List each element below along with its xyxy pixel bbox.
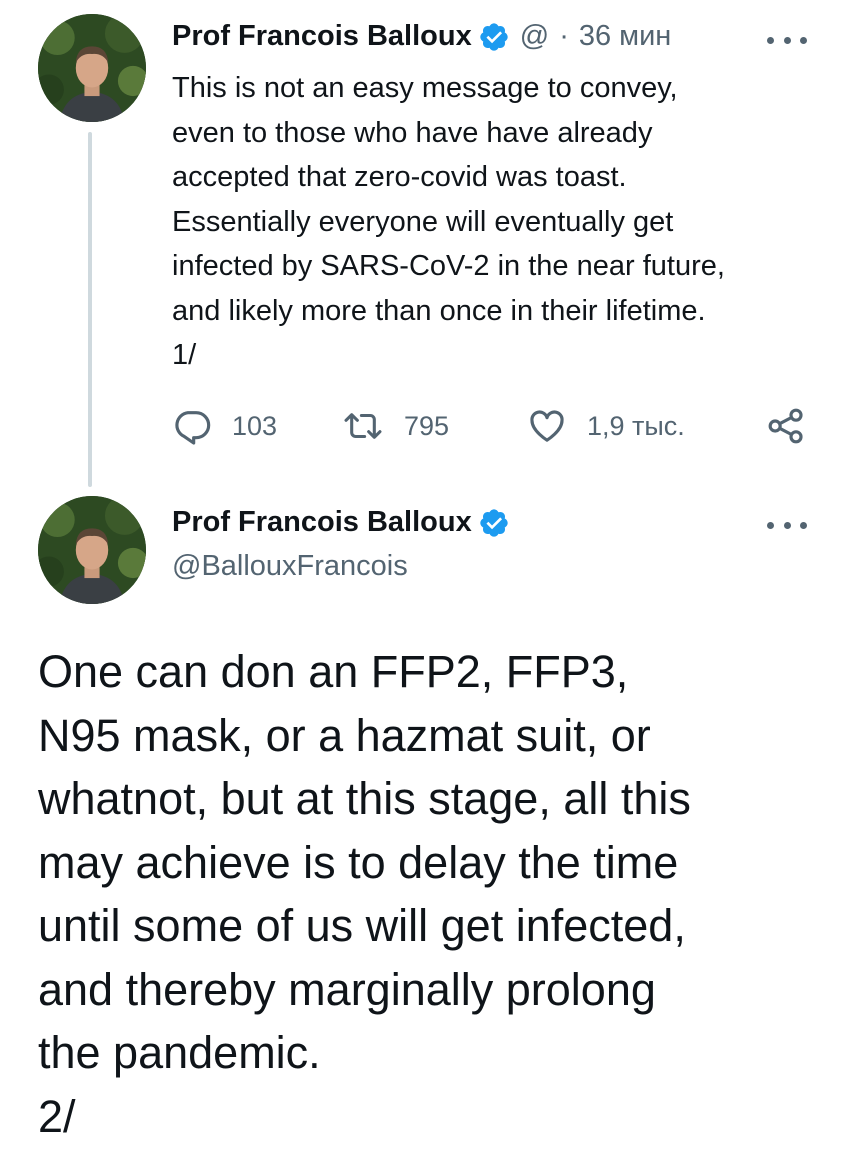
thread-line bbox=[88, 132, 92, 487]
tweet2-text: One can don an FFP2, FFP3, N95 mask, or … bbox=[38, 646, 691, 1142]
more-icon[interactable] bbox=[767, 519, 807, 531]
more-icon[interactable] bbox=[767, 34, 807, 46]
retweet-count: 795 bbox=[404, 410, 450, 441]
like-button[interactable]: 1,9 тыс. bbox=[527, 400, 685, 452]
avatar-image bbox=[38, 496, 146, 604]
like-icon bbox=[530, 410, 564, 442]
tweet1-header: Prof Francois Balloux @ · 36 мин bbox=[172, 20, 671, 53]
tweet1-avatar[interactable] bbox=[38, 14, 146, 122]
tweet2-header: Prof Francois Balloux bbox=[172, 506, 510, 539]
reply-button[interactable]: 103 bbox=[172, 400, 277, 452]
author-name[interactable]: Prof Francois Balloux bbox=[172, 506, 472, 539]
separator: · bbox=[559, 20, 569, 52]
verified-badge-icon bbox=[478, 507, 510, 539]
retweet-button[interactable]: 795 bbox=[342, 400, 449, 452]
handle[interactable]: @BallouxFrancois bbox=[172, 550, 408, 583]
like-count: 1,9 тыс. bbox=[587, 410, 685, 441]
avatar-image bbox=[38, 14, 146, 122]
tweet2-avatar[interactable] bbox=[38, 496, 146, 604]
verified-badge-icon bbox=[478, 21, 510, 53]
reply-icon bbox=[175, 411, 211, 445]
reply-count: 103 bbox=[232, 410, 278, 441]
handle[interactable]: @ bbox=[520, 20, 549, 53]
timestamp[interactable]: 36 мин bbox=[579, 20, 671, 53]
share-button[interactable] bbox=[766, 400, 806, 452]
author-name[interactable]: Prof Francois Balloux bbox=[172, 20, 472, 53]
tweet1-text: This is not an easy message to convey, e… bbox=[172, 72, 725, 371]
share-icon bbox=[768, 408, 803, 444]
retweet-icon bbox=[344, 413, 382, 439]
tweet1-actions: 103 795 1,9 тыс. bbox=[172, 400, 808, 452]
